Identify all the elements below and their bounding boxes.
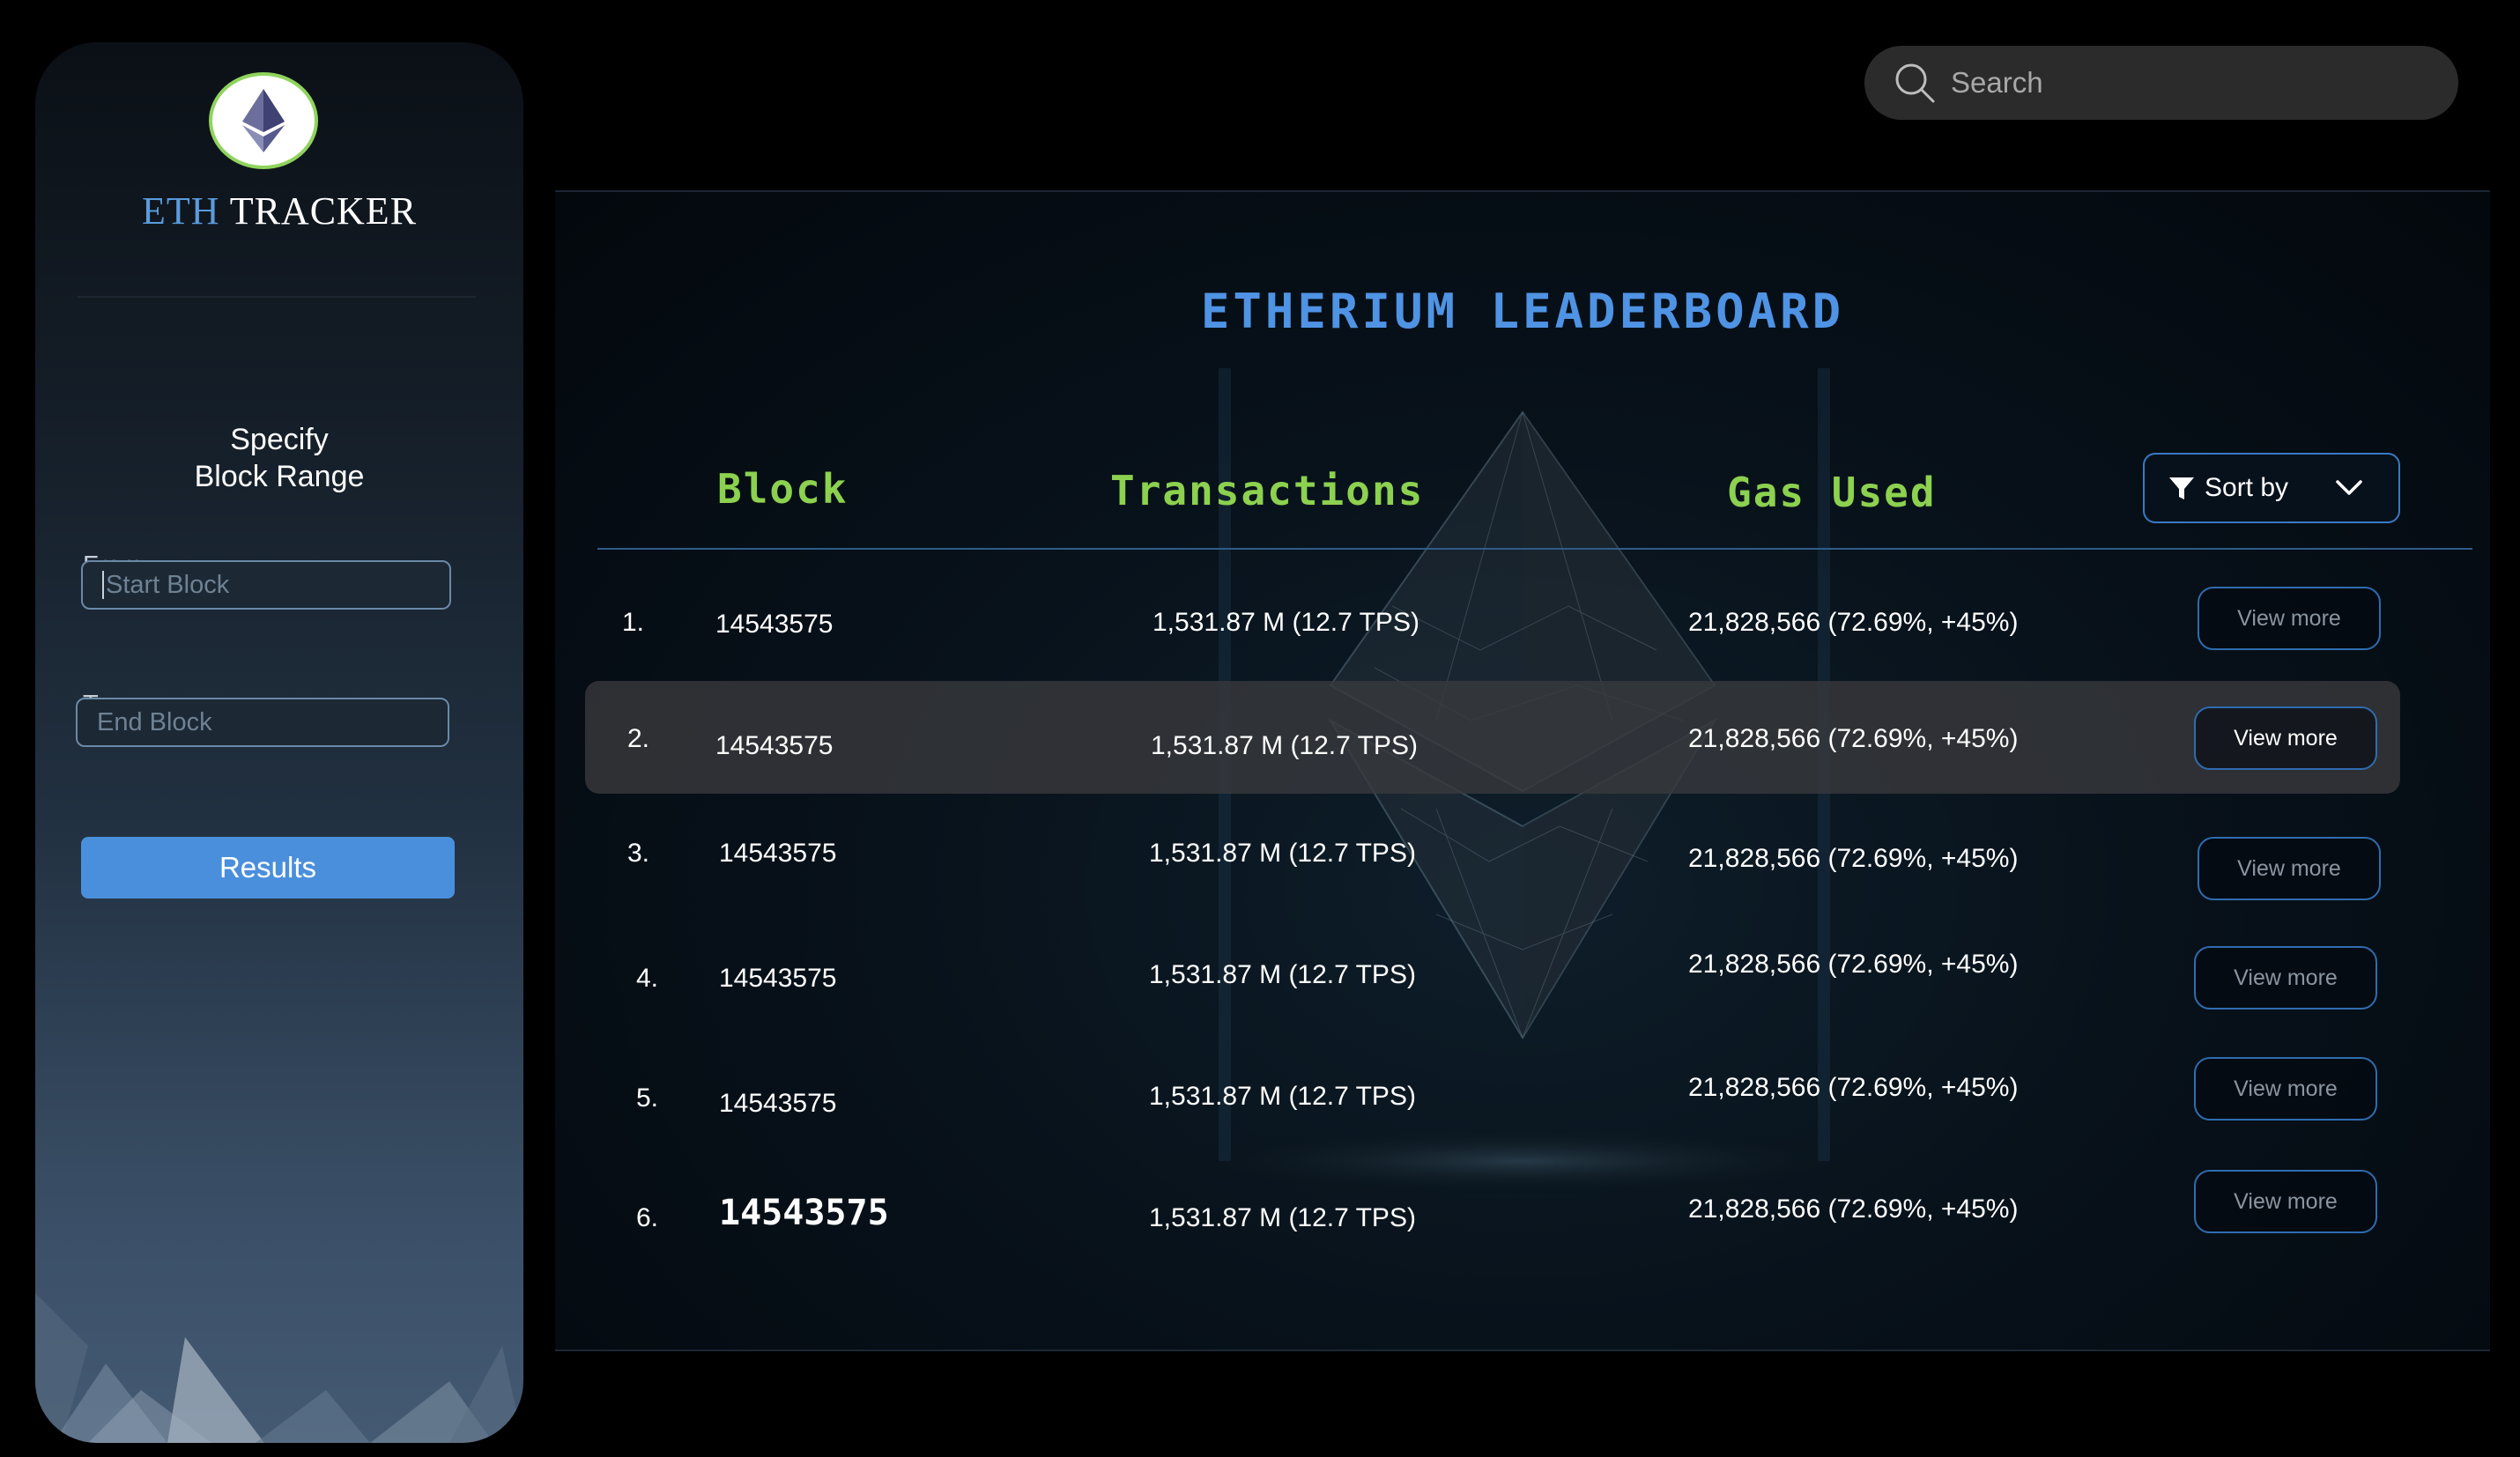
leaderboard-panel: ETHERIUM LEADERBOARD Block Transactions … (555, 190, 2490, 1351)
leaderboard-title: ETHERIUM LEADERBOARD (1200, 284, 1845, 339)
column-header-transactions: Transactions (1110, 467, 1425, 514)
sort-by-dropdown[interactable]: Sort by (2143, 453, 2400, 523)
row-block: 14543575 (719, 839, 837, 868)
row-block: 14543575 (715, 610, 834, 639)
row-gas-used: 21,828,566 (72.69%, +45%) (1688, 724, 2019, 753)
row-rank: 1. (622, 608, 645, 637)
row-transactions: 1,531.87 M (12.7 TPS) (1151, 731, 1418, 760)
row-transactions: 1,531.87 M (12.7 TPS) (1149, 1203, 1416, 1232)
view-more-button[interactable]: View more (2198, 837, 2381, 900)
filter-icon (2169, 477, 2194, 499)
row-gas-used: 21,828,566 (72.69%, +45%) (1688, 1073, 2019, 1102)
row-transactions: 1,531.87 M (12.7 TPS) (1153, 608, 1419, 637)
row-transactions: 1,531.87 M (12.7 TPS) (1149, 960, 1416, 989)
view-more-button[interactable]: View more (2194, 706, 2377, 770)
view-more-button[interactable]: View more (2198, 587, 2381, 650)
brand-tracker: TRACKER (229, 189, 418, 233)
sidebar: ETH TRACKER Specify Block Range From: St… (35, 42, 523, 1443)
block-range-title: Specify Block Range (35, 421, 523, 495)
brand-eth: ETH (141, 189, 220, 233)
row-rank: 4. (636, 964, 659, 993)
chevron-down-icon (2336, 480, 2362, 495)
start-block-input[interactable]: Start Block (81, 560, 451, 610)
row-rank: 5. (636, 1084, 659, 1113)
row-gas-used: 21,828,566 (72.69%, +45%) (1688, 1194, 2019, 1224)
range-title-line2: Block Range (194, 460, 365, 493)
row-block: 14543575 (719, 964, 837, 993)
search-bar[interactable]: Search (1864, 46, 2458, 120)
row-block: 14543575 (715, 731, 834, 760)
column-header-block: Block (717, 465, 849, 513)
row-gas-used: 21,828,566 (72.69%, +45%) (1688, 608, 2019, 637)
sort-by-label: Sort by (2205, 473, 2289, 502)
table-header-divider (597, 548, 2472, 550)
row-rank: 3. (627, 839, 650, 868)
search-icon (1895, 63, 1935, 103)
row-gas-used: 21,828,566 (72.69%, +45%) (1688, 844, 2019, 873)
row-transactions: 1,531.87 M (12.7 TPS) (1149, 1082, 1416, 1111)
column-header-gas-used: Gas Used (1727, 469, 1937, 516)
row-gas-used: 21,828,566 (72.69%, +45%) (1688, 950, 2019, 979)
row-transactions: 1,531.87 M (12.7 TPS) (1149, 839, 1416, 868)
row-block: 14543575 (719, 1089, 837, 1118)
start-block-placeholder: Start Block (106, 570, 230, 599)
crystal-decoration (35, 1293, 523, 1443)
row-block: 14543575 (719, 1193, 889, 1233)
range-title-line1: Specify (230, 423, 329, 456)
end-block-placeholder: End Block (97, 707, 212, 736)
view-more-button[interactable]: View more (2194, 946, 2377, 1010)
sidebar-divider (78, 296, 476, 298)
eth-logo-icon (209, 72, 318, 169)
row-rank: 2. (627, 724, 650, 753)
app-brand: ETH TRACKER (35, 189, 523, 233)
highlighted-row-background (585, 681, 2400, 794)
results-button[interactable]: Results (81, 837, 455, 899)
end-block-input[interactable]: End Block (76, 698, 449, 747)
row-rank: 6. (636, 1203, 659, 1232)
view-more-button[interactable]: View more (2194, 1170, 2377, 1233)
search-placeholder: Search (1951, 66, 2043, 99)
text-cursor (102, 571, 104, 599)
view-more-button[interactable]: View more (2194, 1057, 2377, 1120)
